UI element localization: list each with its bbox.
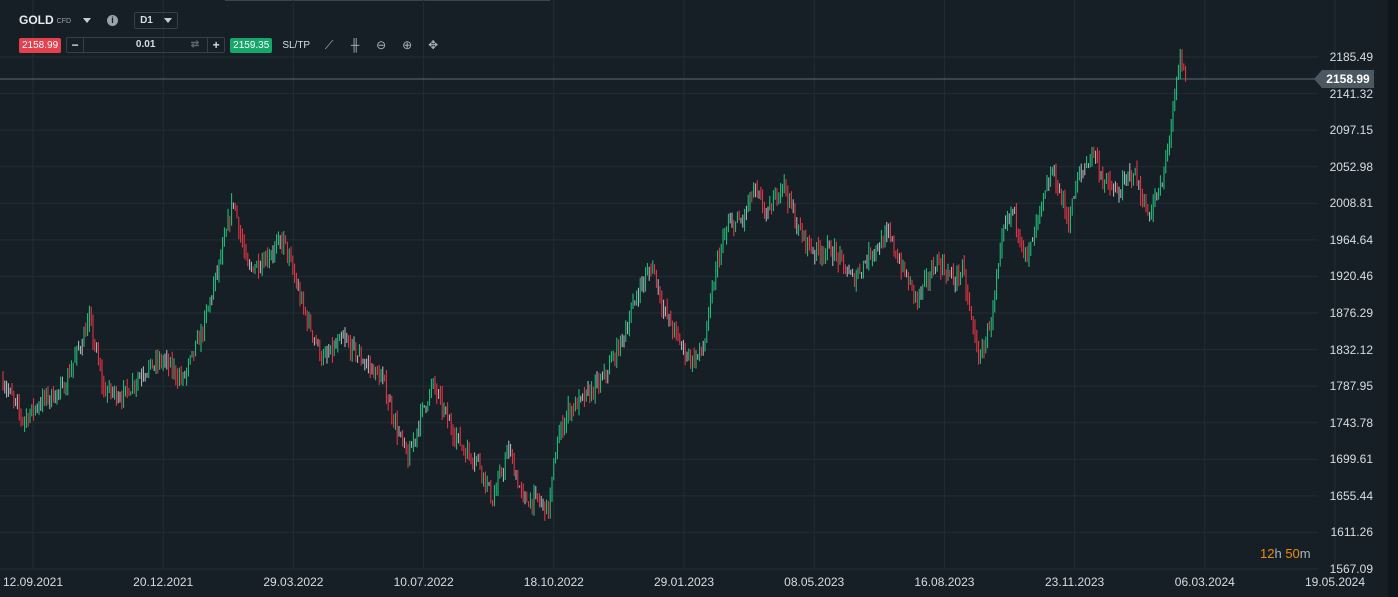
date-tick-label: 20.12.2021 xyxy=(133,575,194,589)
price-tick-label: 1787.95 xyxy=(1329,379,1373,394)
price-tick-label: 2052.98 xyxy=(1329,159,1373,174)
price-tick-label: 1743.78 xyxy=(1329,415,1373,430)
symbol-dropdown-icon[interactable] xyxy=(83,17,92,23)
zoom-in-icon[interactable]: ⊕ xyxy=(400,38,414,52)
price-tick-label: 1567.09 xyxy=(1329,562,1373,576)
price-tick-label: 1611.26 xyxy=(1330,525,1374,540)
countdown-minutes: 50 xyxy=(1285,546,1300,561)
quantity-input[interactable]: 0.01 ⇄ xyxy=(83,38,209,52)
grid xyxy=(0,0,1336,570)
right-edge xyxy=(1388,0,1398,597)
sell-button[interactable]: 2158.99 xyxy=(19,37,62,53)
price-tick-label: 2141.32 xyxy=(1329,86,1373,101)
line-chart-icon[interactable]: ⟋ xyxy=(322,38,336,53)
countdown-m: m xyxy=(1299,546,1311,561)
price-tick-label: 1876.29 xyxy=(1329,306,1373,320)
countdown-h: h xyxy=(1274,546,1286,561)
price-chart[interactable] xyxy=(0,0,1398,597)
date-tick-label: 12.09.2021 xyxy=(2,575,64,589)
candles-icon[interactable]: ╫ xyxy=(348,38,362,52)
chevron-down-icon xyxy=(164,17,173,23)
timeframe-value: D1 xyxy=(140,14,153,26)
increase-button[interactable]: + xyxy=(208,38,224,52)
timeframe-select[interactable]: D1 xyxy=(134,11,179,29)
info-icon[interactable]: i xyxy=(107,14,119,26)
date-tick-label: 10.07.2022 xyxy=(393,575,454,589)
ohlc-bars xyxy=(2,48,1187,521)
price-tick-label: 1920.46 xyxy=(1329,269,1373,284)
date-tick-label: 29.01.2023 xyxy=(653,575,715,589)
quantity-value: 0.01 xyxy=(135,39,156,50)
crosshair-icon[interactable]: ✥ xyxy=(426,38,440,52)
date-tick-label: 06.03.2024 xyxy=(1174,575,1235,589)
date-tick-label: 08.05.2023 xyxy=(784,575,845,589)
price-tick-label: 2185.49 xyxy=(1329,50,1373,64)
price-tick-label: 1832.12 xyxy=(1329,342,1373,357)
bar-countdown: 12h 50m xyxy=(1260,546,1311,561)
price-tick-label: 2008.81 xyxy=(1329,196,1373,211)
sltp-button[interactable]: SL/TP xyxy=(282,40,310,51)
price-tick-label: 1655.44 xyxy=(1329,488,1373,503)
date-tick-label: 18.10.2022 xyxy=(523,575,584,589)
decrease-button[interactable]: − xyxy=(67,38,83,52)
symbol-name[interactable]: GOLD xyxy=(19,13,54,27)
date-tick-label: 29.03.2022 xyxy=(263,575,324,589)
swap-icon[interactable]: ⇄ xyxy=(191,38,199,52)
buy-button[interactable]: 2159.35 xyxy=(230,37,273,53)
symbol-bar: GOLD CFD i D1 xyxy=(19,11,179,29)
price-tick-label: 1699.61 xyxy=(1329,452,1373,467)
quantity-stepper: − 0.01 ⇄ + xyxy=(66,37,226,53)
price-tick-label: 2097.15 xyxy=(1329,123,1373,138)
date-tick-label: 16.08.2023 xyxy=(914,575,975,589)
date-tick-label: 23.11.2023 xyxy=(1045,575,1105,589)
zoom-out-icon[interactable]: ⊖ xyxy=(374,38,388,52)
date-tick-label: 19.05.2024 xyxy=(1304,575,1366,589)
price-tick-label: 1964.64 xyxy=(1329,232,1373,247)
current-price-label: 2158.99 xyxy=(1314,70,1374,88)
countdown-hours: 12 xyxy=(1260,546,1275,561)
instrument-type: CFD xyxy=(56,18,72,25)
trade-bar: 2158.99 − 0.01 ⇄ + 2159.35 SL/TP ⟋ ╫ ⊖ ⊕ … xyxy=(19,37,440,53)
